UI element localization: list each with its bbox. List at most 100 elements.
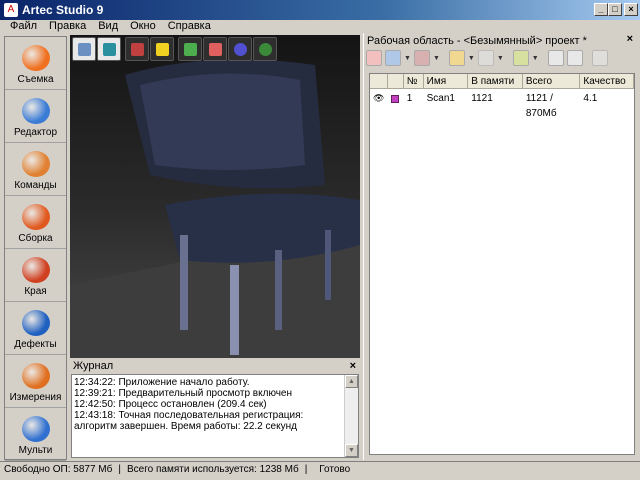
journal-log[interactable]: 12:34:22: Приложение начало работу. 12:3… xyxy=(71,374,359,458)
3d-viewport[interactable] xyxy=(70,35,360,358)
workspace-close-button[interactable]: × xyxy=(627,33,633,46)
sidebar-label: Дефекты xyxy=(14,339,57,350)
col-total[interactable]: Всего xyxy=(522,74,581,89)
status-free-memory: Свободно ОП: 5877 Мб xyxy=(4,464,113,475)
scroll-down-icon[interactable]: ▼ xyxy=(345,444,358,457)
scans-table: № Имя В памяти Всего Качество 👁 1 Scan1 … xyxy=(369,73,635,455)
sidebar-icon xyxy=(21,98,50,124)
import-icon[interactable] xyxy=(385,50,401,66)
sphere-button[interactable] xyxy=(228,37,252,61)
sidebar-label: Команды xyxy=(14,180,57,191)
col-color[interactable] xyxy=(387,74,404,89)
app-logo-icon: A xyxy=(4,3,18,17)
fit-view-button[interactable] xyxy=(97,37,121,61)
menu-edit[interactable]: Правка xyxy=(43,20,92,34)
menu-view[interactable]: Вид xyxy=(92,20,124,34)
close-button[interactable]: × xyxy=(624,3,638,16)
journal-scrollbar[interactable]: ▲ ▼ xyxy=(344,375,358,457)
sidebar-label: Мульти xyxy=(18,445,53,456)
sidebar-button[interactable]: Края xyxy=(5,249,66,302)
status-separator: | xyxy=(304,464,308,475)
color-swatch[interactable] xyxy=(388,91,404,106)
eye-icon[interactable]: 👁 xyxy=(370,91,388,106)
sidebar-label: Сборка xyxy=(18,233,53,244)
axes-button[interactable] xyxy=(125,37,149,61)
table-row[interactable]: 👁 1 Scan1 1121 1121 / 870Мб 4.1 xyxy=(370,91,634,119)
title-bar: Artec Studio 9 xyxy=(0,0,640,20)
new-scan-icon[interactable] xyxy=(366,50,382,66)
sidebar-label: Редактор xyxy=(13,127,58,138)
minimize-button[interactable]: _ xyxy=(594,3,608,16)
settings-icon[interactable] xyxy=(591,50,608,66)
row-quality: 4.1 xyxy=(583,93,598,104)
status-bar: Свободно ОП: 5877 Мб | Всего памяти испо… xyxy=(0,461,640,477)
journal-close-button[interactable]: × xyxy=(350,360,356,373)
sidebar-icon xyxy=(21,151,50,177)
status-separator: | xyxy=(118,464,121,475)
col-quality[interactable]: Качество xyxy=(580,74,634,89)
menu-file[interactable]: Файл xyxy=(4,20,43,34)
sidebar-icon xyxy=(21,204,50,230)
home-view-icon xyxy=(77,42,91,56)
row-name: Scan1 xyxy=(426,93,455,104)
row-in-memory: 1121 xyxy=(471,93,493,104)
sidebar-icon xyxy=(21,257,50,283)
moon-icon xyxy=(258,42,272,56)
log-line: 12:43:18: Точная последовательная регист… xyxy=(74,410,304,432)
status-used-memory: Всего памяти используется: 1238 Мб xyxy=(126,464,299,475)
menu-help[interactable]: Справка xyxy=(162,20,217,34)
copy-icon[interactable] xyxy=(547,50,564,66)
menu-window[interactable]: Окно xyxy=(124,20,162,34)
workspace-title: Рабочая область - <Безымянный> проект * xyxy=(367,35,587,47)
tool-sidebar: Съемка Редактор Команды Сборка Края Дефекты Из… xyxy=(4,36,67,461)
col-name[interactable]: Имя xyxy=(423,74,469,89)
sidebar-button[interactable]: Дефекты xyxy=(5,302,66,355)
sidebar-icon xyxy=(21,310,50,336)
scan-model xyxy=(70,59,360,358)
log-line: 12:42:50: Процесс остановлен (209.4 сек) xyxy=(74,399,267,410)
sidebar-label: Съемка xyxy=(17,74,54,85)
sidebar-button[interactable]: Измерения xyxy=(5,355,66,408)
table-header: № Имя В памяти Всего Качество xyxy=(370,74,634,89)
save-icon[interactable] xyxy=(413,50,430,66)
home-view-button[interactable] xyxy=(72,37,96,61)
status-state: Готово xyxy=(319,464,351,475)
window-title: Artec Studio 9 xyxy=(22,3,104,17)
log-line: 12:34:22: Приложение начало работу. xyxy=(74,377,250,388)
sidebar-button[interactable]: Команды xyxy=(5,143,66,196)
delete-icon[interactable] xyxy=(566,50,583,66)
sidebar-label: Измерения xyxy=(9,392,62,403)
sidebar-button[interactable]: Редактор xyxy=(5,90,66,143)
sphere-icon xyxy=(233,42,247,56)
row-total: 1121 / 870Мб xyxy=(525,93,557,119)
sidebar-button[interactable]: Мульти xyxy=(5,408,66,461)
undo-icon[interactable] xyxy=(448,50,465,66)
menu-bar: Файл Правка Вид Окно Справка xyxy=(0,20,640,34)
moon-button[interactable] xyxy=(253,37,277,61)
row-number: 1 xyxy=(406,93,413,104)
redo-icon[interactable] xyxy=(477,50,494,66)
sidebar-icon xyxy=(21,45,50,71)
sidebar-label: Края xyxy=(24,286,47,297)
col-visible[interactable] xyxy=(370,74,388,89)
axes-icon xyxy=(130,42,144,56)
workspace-toolbar: ▼ ▼ ▼ ▼ ▼ xyxy=(366,50,608,66)
select-icon[interactable] xyxy=(512,50,529,66)
sidebar-icon xyxy=(21,363,50,389)
texture-cube-button[interactable] xyxy=(178,37,202,61)
col-in-memory[interactable]: В памяти xyxy=(468,74,523,89)
light-icon xyxy=(155,42,169,56)
sidebar-icon xyxy=(21,416,50,442)
texture-cube-icon xyxy=(183,42,197,56)
maximize-button[interactable]: □ xyxy=(608,3,622,16)
col-number[interactable]: № xyxy=(403,74,424,89)
log-line: 12:39:21: Предварительный просмотр включ… xyxy=(74,388,293,399)
solid-cube-button[interactable] xyxy=(203,37,227,61)
journal-panel: Журнал × 12:34:22: Приложение начало рабо… xyxy=(70,360,360,460)
sidebar-button[interactable]: Съемка xyxy=(5,37,66,90)
light-button[interactable] xyxy=(150,37,174,61)
scroll-up-icon[interactable]: ▲ xyxy=(345,375,358,388)
sidebar-button[interactable]: Сборка xyxy=(5,196,66,249)
solid-cube-icon xyxy=(208,42,222,56)
fit-view-icon xyxy=(102,42,116,56)
